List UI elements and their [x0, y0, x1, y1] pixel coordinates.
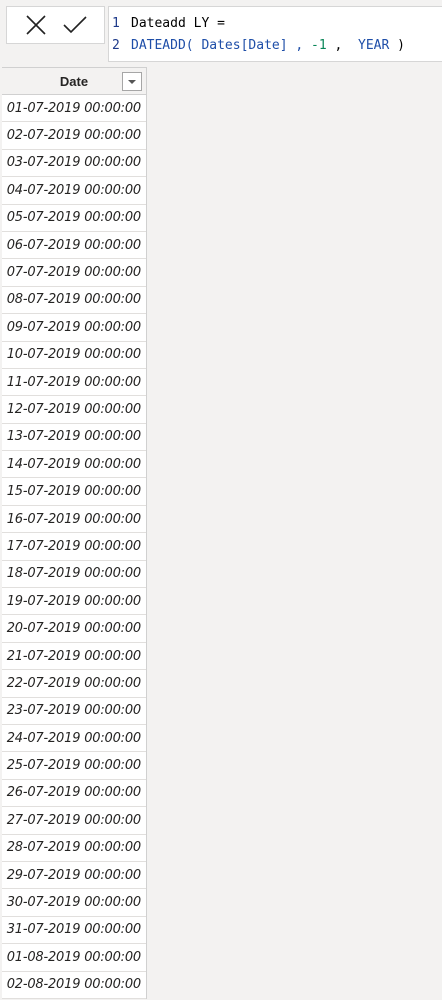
table-body: 01-07-2019 00:00:00 02-07-2019 00:00:00 03… — [2, 95, 146, 999]
formula-bar: 1 Dateadd LY = 2 DATEADD( Dates[Date] , -1 … — [0, 0, 442, 66]
code-line: 1 Dateadd LY = — [109, 13, 442, 35]
table-row[interactable]: 15-07-2019 00:00:00 — [2, 478, 146, 506]
column-filter-button[interactable] — [122, 72, 142, 91]
table-row[interactable]: 09-07-2019 00:00:00 — [2, 314, 146, 342]
code-token: ) — [389, 38, 405, 53]
table-row[interactable]: 20-07-2019 00:00:00 — [2, 615, 146, 643]
table-row[interactable]: 16-07-2019 00:00:00 — [2, 506, 146, 534]
table-row[interactable]: 31-07-2019 00:00:00 — [2, 917, 146, 945]
code-token: Dates[Date] , — [193, 38, 312, 53]
column-header-date[interactable]: Date — [2, 67, 146, 95]
check-icon — [63, 16, 87, 34]
table-row[interactable]: 13-07-2019 00:00:00 — [2, 424, 146, 452]
table-row[interactable]: 01-07-2019 00:00:00 — [2, 95, 146, 123]
table-row[interactable]: 08-07-2019 00:00:00 — [2, 287, 146, 315]
table-row[interactable]: 01-08-2019 00:00:00 — [2, 944, 146, 972]
table-row[interactable]: 24-07-2019 00:00:00 — [2, 725, 146, 753]
code-token: , — [326, 38, 358, 53]
code-token: YEAR — [358, 38, 390, 53]
line-number: 1 — [112, 16, 120, 31]
table-row[interactable]: 25-07-2019 00:00:00 — [2, 752, 146, 780]
table-row[interactable]: 11-07-2019 00:00:00 — [2, 369, 146, 397]
table-row[interactable]: 05-07-2019 00:00:00 — [2, 205, 146, 232]
table-row[interactable]: 02-07-2019 00:00:00 — [2, 122, 146, 150]
table-row[interactable]: 29-07-2019 00:00:00 — [2, 862, 146, 890]
code-token: DATEADD( — [131, 38, 194, 53]
table-row[interactable]: 12-07-2019 00:00:00 — [2, 396, 146, 424]
table-row[interactable]: 03-07-2019 00:00:00 — [2, 150, 146, 178]
table-row[interactable]: 02-08-2019 00:00:00 — [2, 972, 146, 999]
code-token: Dateadd LY = — [131, 16, 225, 31]
table-row[interactable]: 10-07-2019 00:00:00 — [2, 342, 146, 369]
table-row[interactable]: 28-07-2019 00:00:00 — [2, 835, 146, 862]
table-row[interactable]: 14-07-2019 00:00:00 — [2, 451, 146, 479]
table-row[interactable]: 27-07-2019 00:00:00 — [2, 807, 146, 835]
close-icon — [26, 15, 46, 35]
table-row[interactable]: 04-07-2019 00:00:00 — [2, 177, 146, 205]
commit-button[interactable] — [60, 10, 90, 40]
dax-formula-editor[interactable]: 1 Dateadd LY = 2 DATEADD( Dates[Date] , -1 … — [108, 6, 442, 62]
line-number: 2 — [112, 38, 120, 53]
code-token: -1 — [311, 38, 327, 53]
table-row[interactable]: 22-07-2019 00:00:00 — [2, 670, 146, 698]
data-table: Date 01-07-2019 00:00:00 02-07-2019 00:00… — [2, 67, 147, 999]
formula-buttons — [6, 6, 105, 44]
cancel-button[interactable] — [21, 10, 51, 40]
table-row[interactable]: 06-07-2019 00:00:00 — [2, 232, 146, 260]
table-row[interactable]: 21-07-2019 00:00:00 — [2, 643, 146, 671]
table-row[interactable]: 19-07-2019 00:00:00 — [2, 588, 146, 616]
dropdown-arrow-icon — [128, 79, 136, 84]
table-row[interactable]: 17-07-2019 00:00:00 — [2, 533, 146, 561]
column-header-label: Date — [59, 73, 89, 89]
table-row[interactable]: 18-07-2019 00:00:00 — [2, 561, 146, 589]
table-row[interactable]: 23-07-2019 00:00:00 — [2, 698, 146, 725]
code-line: 2 DATEADD( Dates[Date] , -1 , YEAR ) — [109, 35, 442, 57]
table-row[interactable]: 07-07-2019 00:00:00 — [2, 259, 146, 287]
table-row[interactable]: 30-07-2019 00:00:00 — [2, 889, 146, 917]
table-row[interactable]: 26-07-2019 00:00:00 — [2, 780, 146, 808]
